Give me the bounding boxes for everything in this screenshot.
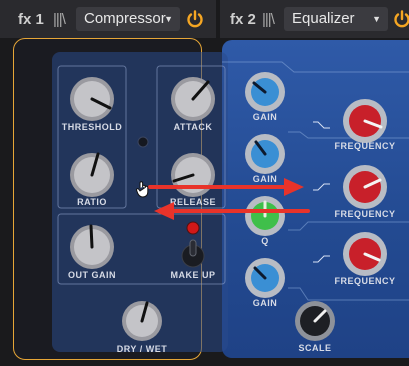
gain-3-knob[interactable]: [243, 256, 287, 300]
frequency-2-knob[interactable]: [341, 163, 389, 211]
ratio-label: RATIO: [77, 197, 107, 207]
gain-2-knob[interactable]: [243, 132, 287, 176]
swap-left-arrow-icon: [154, 202, 310, 220]
swap-right-arrow-icon: [148, 178, 304, 196]
make-up-led-icon: [186, 221, 200, 235]
q-label: Q: [261, 236, 269, 246]
frequency-1-knob[interactable]: [341, 97, 389, 145]
threshold-knob[interactable]: [67, 74, 117, 124]
threshold-label: THRESHOLD: [61, 122, 123, 132]
scale-label: SCALE: [298, 343, 332, 353]
gain-3-label: GAIN: [252, 298, 278, 308]
frequency-2-label: FREQUENCY: [334, 209, 396, 219]
make-up-label: MAKE UP: [170, 270, 216, 280]
out-gain-label: OUT GAIN: [68, 270, 116, 280]
hand-cursor-icon: [136, 181, 149, 198]
scale-knob[interactable]: [293, 299, 337, 343]
gain-1-knob[interactable]: [243, 70, 287, 114]
ratio-knob[interactable]: [67, 150, 117, 200]
gain-1-label: GAIN: [252, 112, 278, 122]
dry-wet-knob[interactable]: [119, 298, 165, 344]
status-dot-icon: [137, 136, 149, 148]
attack-label: ATTACK: [173, 122, 213, 132]
frequency-3-knob[interactable]: [341, 230, 389, 278]
frequency-3-label: FREQUENCY: [334, 276, 396, 286]
attack-knob[interactable]: [168, 74, 218, 124]
make-up-toggle-switch[interactable]: [178, 236, 208, 268]
out-gain-knob[interactable]: [67, 222, 117, 272]
frequency-1-label: FREQUENCY: [334, 141, 396, 151]
dry-wet-label: DRY / WET: [116, 344, 168, 354]
